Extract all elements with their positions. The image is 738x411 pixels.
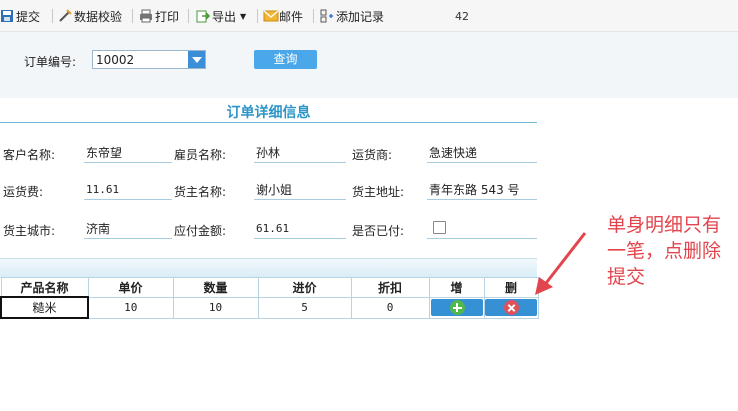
customer-name-field[interactable]: 东帝望 [84,144,172,163]
toolbar-divider [313,9,314,23]
mail-icon [263,9,279,23]
header-unit-price: 单价 [87,277,174,298]
data-check-button[interactable]: 数据校验 [58,7,122,25]
paid-label: 是否已付: [352,224,405,238]
toolbar-divider [52,9,53,23]
employee-name-label: 雇员名称: [174,148,227,162]
ship-name-field[interactable]: 谢小姐 [254,181,346,200]
header-product-name: 产品名称 [0,277,89,298]
header-add: 增 [428,277,485,298]
amount-due-field[interactable]: 61.61 [254,220,346,239]
ship-city-label: 货主城市: [3,224,56,238]
toolbar-divider [257,9,258,23]
cell-delete [483,296,539,319]
print-icon [139,9,153,23]
add-record-button[interactable]: 添加记录 [320,7,384,25]
export-label: 导出 [212,9,237,24]
record-count: 42 [455,10,469,23]
title-divider [0,122,537,123]
header-discount: 折扣 [350,277,430,298]
header-quantity: 数量 [172,277,259,298]
check-icon [58,9,72,23]
toolbar: 提交 数据校验 打印 导出 ▼ 邮件 添加记录 42 [0,0,738,32]
mail-button[interactable]: 邮件 [263,7,303,25]
chevron-down-icon: ▼ [240,11,247,21]
toolbar-divider [132,9,133,23]
delete-row-button[interactable] [485,299,537,316]
order-id-select[interactable]: 10002 [92,50,206,69]
submit-button[interactable]: 提交 [0,7,40,25]
paid-field-underline [427,220,537,239]
amount-due-label: 应付金额: [174,224,227,238]
customer-name-label: 客户名称: [3,148,56,162]
mail-label: 邮件 [279,9,304,24]
cell-cost-price[interactable]: 5 [257,296,352,319]
cell-add [428,296,485,319]
submit-label: 提交 [16,9,41,24]
close-icon [504,300,519,315]
shipper-field[interactable]: 急速快递 [427,144,537,163]
freight-field[interactable]: 11.61 [84,181,172,200]
submit-icon [0,9,14,23]
shipper-label: 运货商: [352,148,393,162]
cell-unit-price[interactable]: 10 [87,296,174,319]
ship-address-field[interactable]: 青年东路 543 号 [427,181,537,200]
data-check-label: 数据校验 [74,9,123,24]
order-detail-grid: 产品名称 单价 数量 进价 折扣 增 删 糙米 10 10 5 0 [0,277,539,319]
add-record-icon [320,9,334,23]
form-title: 订单详细信息 [226,105,311,121]
grid-header-row: 产品名称 单价 数量 进价 折扣 增 删 [0,277,539,298]
ship-address-label: 货主地址: [352,185,405,199]
annotation-text: 单身明细只有一笔，点删除提交 [607,214,722,288]
order-id-label: 订单编号: [24,55,77,69]
ship-name-label: 货主名称: [174,185,227,199]
add-record-label: 添加记录 [336,9,385,24]
cell-product-name[interactable]: 糙米 [0,296,89,319]
table-row: 糙米 10 10 5 0 [0,296,539,319]
print-label: 打印 [155,9,180,24]
query-button[interactable]: 查询 [254,50,317,69]
header-cost-price: 进价 [257,277,352,298]
add-row-button[interactable] [430,299,483,316]
ship-city-field[interactable]: 济南 [84,220,172,239]
cell-discount[interactable]: 0 [350,296,430,319]
toolbar-divider [188,9,189,23]
grid-toolbar-band [0,258,537,278]
annotation-arrow-icon [535,232,587,295]
export-icon [196,9,211,23]
plus-icon [449,300,465,315]
export-button[interactable]: 导出 ▼ [196,7,246,25]
print-button[interactable]: 打印 [139,7,179,25]
cell-quantity[interactable]: 10 [172,296,259,319]
employee-name-field[interactable]: 孙林 [254,144,346,163]
freight-label: 运货费: [3,185,44,199]
chevron-down-icon[interactable] [188,51,205,68]
order-id-value: 10002 [96,53,135,67]
